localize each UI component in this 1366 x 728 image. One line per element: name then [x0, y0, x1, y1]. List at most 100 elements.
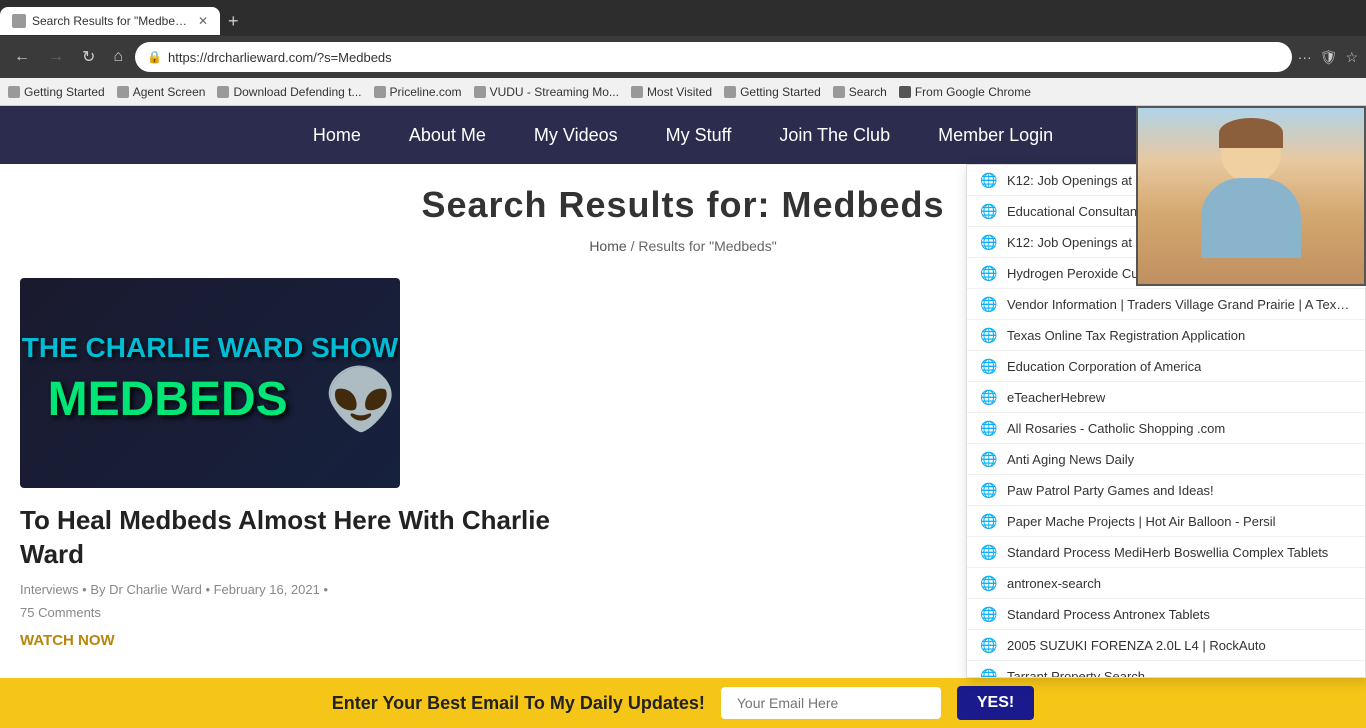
article-meta: Interviews • By Dr Charlie Ward • Februa… — [20, 582, 620, 597]
bookmark-favicon — [631, 86, 643, 98]
article-card: THE CHARLIE WARD SHOW MEDBEDS 👽 To Heal … — [20, 278, 620, 650]
dropdown-item-text: Tarrant Property Search — [1007, 669, 1145, 679]
bookmark-favicon — [724, 86, 736, 98]
dropdown-item[interactable]: 🌐 All Rosaries - Catholic Shopping .com — [967, 413, 1365, 444]
email-subscription-bar: Enter Your Best Email To My Daily Update… — [0, 678, 1366, 728]
bookmarks-bar: Getting Started Agent Screen Download De… — [0, 78, 1366, 106]
more-options-icon[interactable]: ··· — [1298, 49, 1312, 66]
nav-home[interactable]: Home — [313, 125, 361, 146]
new-tab-button[interactable]: + — [220, 11, 247, 32]
nav-join-the-club[interactable]: Join The Club — [779, 125, 890, 146]
dropdown-item[interactable]: 🌐eTeacherHebrew — [967, 382, 1365, 413]
shield-icon[interactable]: 🛡 — [1320, 49, 1338, 66]
dropdown-item[interactable]: 🌐 Anti Aging News Daily — [967, 444, 1365, 475]
globe-icon: 🌐 — [981, 265, 997, 281]
bookmark-google-chrome[interactable]: From Google Chrome — [899, 85, 1031, 99]
dropdown-item[interactable]: 🌐Paper Mache Projects | Hot Air Balloon … — [967, 506, 1365, 537]
tab-bar: Search Results for "Medbeds" - ✕ + — [0, 0, 1366, 36]
dropdown-item[interactable]: 🌐antronex-search — [967, 568, 1365, 599]
refresh-button[interactable]: ↻ — [76, 45, 101, 69]
bookmark-label: Priceline.com — [390, 85, 462, 99]
bookmark-label: Most Visited — [647, 85, 712, 99]
breadcrumb-current: Results for "Medbeds" — [638, 238, 776, 254]
article-category: Interviews — [20, 582, 79, 597]
breadcrumb-home[interactable]: Home — [589, 238, 626, 254]
active-tab[interactable]: Search Results for "Medbeds" - ✕ — [0, 7, 220, 35]
bookmark-vudu[interactable]: VUDU - Streaming Mo... — [474, 85, 619, 99]
webcam-overlay — [1136, 106, 1366, 286]
dropdown-item[interactable]: 🌐 Standard Process Antronex Tablets — [967, 599, 1365, 630]
globe-icon: 🌐 — [981, 575, 997, 591]
page-content: Home About Me My Videos My Stuff Join Th… — [0, 106, 1366, 728]
bookmark-label: Search — [849, 85, 887, 99]
home-button[interactable]: ⌂ — [107, 46, 129, 68]
bookmark-star-icon[interactable]: ☆ — [1345, 49, 1358, 66]
bookmark-favicon — [899, 86, 911, 98]
bookmark-label: Download Defending t... — [233, 85, 361, 99]
globe-icon: 🌐 — [981, 203, 997, 219]
bookmark-download-defending[interactable]: Download Defending t... — [217, 85, 361, 99]
bookmark-label: Getting Started — [24, 85, 105, 99]
bookmark-most-visited[interactable]: Most Visited — [631, 85, 712, 99]
globe-icon: 🌐 — [981, 668, 997, 678]
article-date: February 16, 2021 — [214, 582, 320, 597]
globe-icon: 🌐 — [981, 172, 997, 188]
bookmark-favicon — [217, 86, 229, 98]
article-title: To Heal Medbeds Almost Here With Charlie… — [20, 504, 620, 572]
bookmark-agent-screen[interactable]: Agent Screen — [117, 85, 206, 99]
email-submit-button[interactable]: YES! — [957, 686, 1034, 720]
dropdown-item[interactable]: 🌐Standard Process MediHerb Boswellia Com… — [967, 537, 1365, 568]
dropdown-item[interactable]: 🌐 Tarrant Property Search — [967, 661, 1365, 678]
dropdown-item-text: 2005 SUZUKI FORENZA 2.0L L4 | RockAuto — [1007, 638, 1266, 653]
nav-member-login[interactable]: Member Login — [938, 125, 1053, 146]
article-author: By Dr Charlie Ward — [90, 582, 201, 597]
address-bar-row: ← → ↻ ⌂ 🔒 https://drcharlieward.com/?s=M… — [0, 36, 1366, 78]
nav-my-stuff[interactable]: My Stuff — [666, 125, 732, 146]
globe-icon: 🌐 — [981, 296, 997, 312]
dropdown-item[interactable]: 🌐 Texas Online Tax Registration Applicati… — [967, 320, 1365, 351]
dropdown-item[interactable]: 🌐2005 SUZUKI FORENZA 2.0L L4 | RockAuto — [967, 630, 1365, 661]
webcam-person — [1138, 108, 1364, 284]
back-button[interactable]: ← — [8, 46, 36, 68]
nav-my-videos[interactable]: My Videos — [534, 125, 618, 146]
dropdown-item-text: Paw Patrol Party Games and Ideas! — [1007, 483, 1214, 498]
dropdown-item[interactable]: 🌐 Paw Patrol Party Games and Ideas! — [967, 475, 1365, 506]
dropdown-item[interactable]: 🌐Vendor Information | Traders Village Gr… — [967, 289, 1365, 320]
globe-icon: 🌐 — [981, 606, 997, 622]
dropdown-item-text: Texas Online Tax Registration Applicatio… — [1007, 328, 1245, 343]
bookmark-label: From Google Chrome — [915, 85, 1031, 99]
dropdown-item-text: All Rosaries - Catholic Shopping .com — [1007, 421, 1225, 436]
article-comments: 75 Comments — [20, 605, 620, 620]
url-text: https://drcharlieward.com/?s=Medbeds — [168, 50, 1280, 65]
globe-icon: 🌐 — [981, 327, 997, 343]
dropdown-item-text: Standard Process Antronex Tablets — [1007, 607, 1210, 622]
globe-icon: 🌐 — [981, 420, 997, 436]
lock-icon: 🔒 — [147, 50, 162, 64]
nav-about-me[interactable]: About Me — [409, 125, 486, 146]
bookmark-priceline[interactable]: Priceline.com — [374, 85, 462, 99]
globe-icon: 🌐 — [981, 451, 997, 467]
globe-icon: 🌐 — [981, 389, 997, 405]
meta-sep3: • — [323, 582, 328, 597]
show-title: THE CHARLIE WARD SHOW — [22, 332, 398, 364]
bookmark-favicon — [474, 86, 486, 98]
bookmark-search[interactable]: Search — [833, 85, 887, 99]
dropdown-item-text: Anti Aging News Daily — [1007, 452, 1134, 467]
bookmark-favicon — [374, 86, 386, 98]
forward-button[interactable]: → — [42, 46, 70, 68]
tab-close-button[interactable]: ✕ — [198, 14, 208, 28]
address-bar[interactable]: 🔒 https://drcharlieward.com/?s=Medbeds — [135, 42, 1292, 72]
dropdown-item[interactable]: 🌐Education Corporation of America — [967, 351, 1365, 382]
globe-icon: 🌐 — [981, 482, 997, 498]
bookmark-getting-started[interactable]: Getting Started — [8, 85, 105, 99]
bookmark-favicon — [833, 86, 845, 98]
bookmark-favicon — [8, 86, 20, 98]
alien-emoji: 👽 — [324, 364, 399, 435]
watch-now-link[interactable]: WATCH NOW — [20, 632, 115, 649]
email-cta-text: Enter Your Best Email To My Daily Update… — [332, 693, 705, 714]
article-image: THE CHARLIE WARD SHOW MEDBEDS 👽 — [20, 278, 400, 488]
bookmark-getting-started2[interactable]: Getting Started — [724, 85, 821, 99]
email-input[interactable] — [721, 687, 941, 719]
medbeds-label: MEDBEDS — [22, 372, 314, 427]
dropdown-item-text: Education Corporation of America — [1007, 359, 1201, 374]
